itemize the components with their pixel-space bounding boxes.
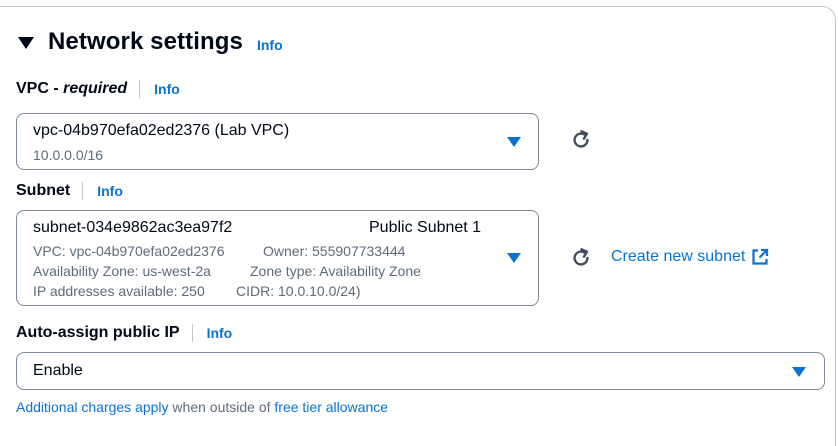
divider	[139, 80, 141, 98]
vpc-required-label: required	[63, 80, 128, 97]
vpc-cidr: 10.0.0.0/16	[33, 147, 104, 163]
section-title: Network settings	[48, 28, 243, 55]
auto-ip-label-row: Auto-assign public IP Info	[16, 324, 232, 342]
auto-ip-label: Auto-assign public IP	[16, 324, 180, 341]
vpc-info-link[interactable]: Info	[154, 81, 180, 97]
auto-ip-select[interactable]: Enable	[16, 352, 825, 390]
subnet-zone-type: Zone type: Availability Zone	[250, 263, 421, 279]
auto-ip-info-link[interactable]: Info	[207, 325, 233, 341]
additional-charges-link[interactable]: Additional charges apply	[16, 399, 169, 415]
vpc-label-row: VPC - required Info	[16, 80, 180, 98]
charges-note: Additional charges apply when outside of…	[16, 399, 388, 415]
dropdown-triangle-icon	[792, 367, 806, 377]
subnet-label-row: Subnet Info	[16, 182, 123, 200]
dropdown-triangle-icon	[507, 137, 521, 147]
vpc-select[interactable]: vpc-04b970efa02ed2376 (Lab VPC) 10.0.0.0…	[16, 113, 539, 170]
dropdown-triangle-icon	[507, 253, 521, 263]
divider	[82, 182, 84, 200]
subnet-label: Subnet	[16, 182, 71, 199]
subnet-info-link[interactable]: Info	[97, 183, 123, 199]
subnet-selected-id: subnet-034e9862ac3ea97f2	[33, 219, 233, 236]
free-tier-link[interactable]: free tier allowance	[274, 399, 388, 415]
subnet-cidr: CIDR: 10.0.10.0/24)	[236, 283, 361, 299]
subnet-ips: IP addresses available: 250	[33, 283, 205, 299]
subnet-selected-name: Public Subnet 1	[369, 219, 482, 236]
subnet-owner: Owner: 555907733444	[263, 243, 406, 259]
divider	[191, 324, 193, 342]
subnet-select[interactable]: subnet-034e9862ac3ea97f2 Public Subnet 1…	[16, 210, 539, 306]
charges-note-text: when outside of	[168, 399, 275, 415]
external-link-icon	[752, 248, 769, 265]
create-new-subnet-label: Create new subnet	[611, 248, 746, 265]
vpc-refresh-icon[interactable]	[570, 129, 592, 151]
caret-down-icon[interactable]	[18, 37, 34, 49]
section-header[interactable]: Network settings Info	[18, 28, 283, 56]
section-info-link[interactable]: Info	[257, 37, 283, 53]
subnet-refresh-icon[interactable]	[570, 247, 592, 269]
auto-ip-selected-value: Enable	[33, 362, 83, 379]
subnet-az: Availability Zone: us-west-2a	[33, 263, 211, 279]
vpc-selected-value: vpc-04b970efa02ed2376 (Lab VPC)	[33, 122, 290, 139]
create-new-subnet-link[interactable]: Create new subnet	[611, 248, 769, 266]
subnet-vpc: VPC: vpc-04b970efa02ed2376	[33, 243, 225, 259]
vpc-label: VPC -	[16, 80, 64, 97]
